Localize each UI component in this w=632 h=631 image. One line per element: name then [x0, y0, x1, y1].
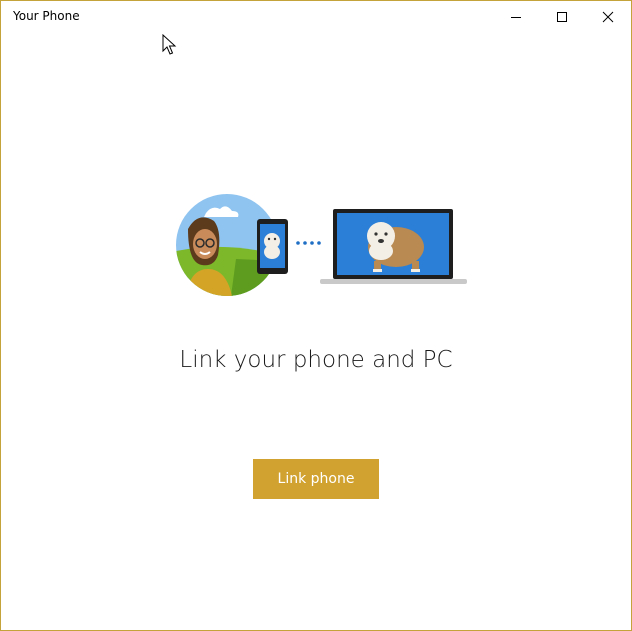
window-title: Your Phone: [13, 9, 80, 23]
app-window: Your Phone Link your phone and PC Link p…: [0, 0, 632, 631]
link-illustration: [176, 194, 467, 296]
link-phone-button[interactable]: Link phone: [253, 459, 379, 499]
maximize-button[interactable]: [539, 1, 585, 32]
phone-icon: [257, 219, 288, 274]
close-icon: [602, 11, 614, 22]
page-heading: Link your phone and PC: [179, 347, 453, 373]
title-bar[interactable]: Your Phone: [1, 1, 631, 32]
minimize-icon: [511, 16, 521, 18]
mouse-cursor-icon: [162, 34, 177, 55]
dotted-connection-icon: [296, 241, 321, 245]
minimize-button[interactable]: [493, 1, 539, 32]
close-button[interactable]: [585, 1, 631, 32]
maximize-icon: [557, 11, 567, 22]
laptop-icon: [320, 209, 467, 284]
